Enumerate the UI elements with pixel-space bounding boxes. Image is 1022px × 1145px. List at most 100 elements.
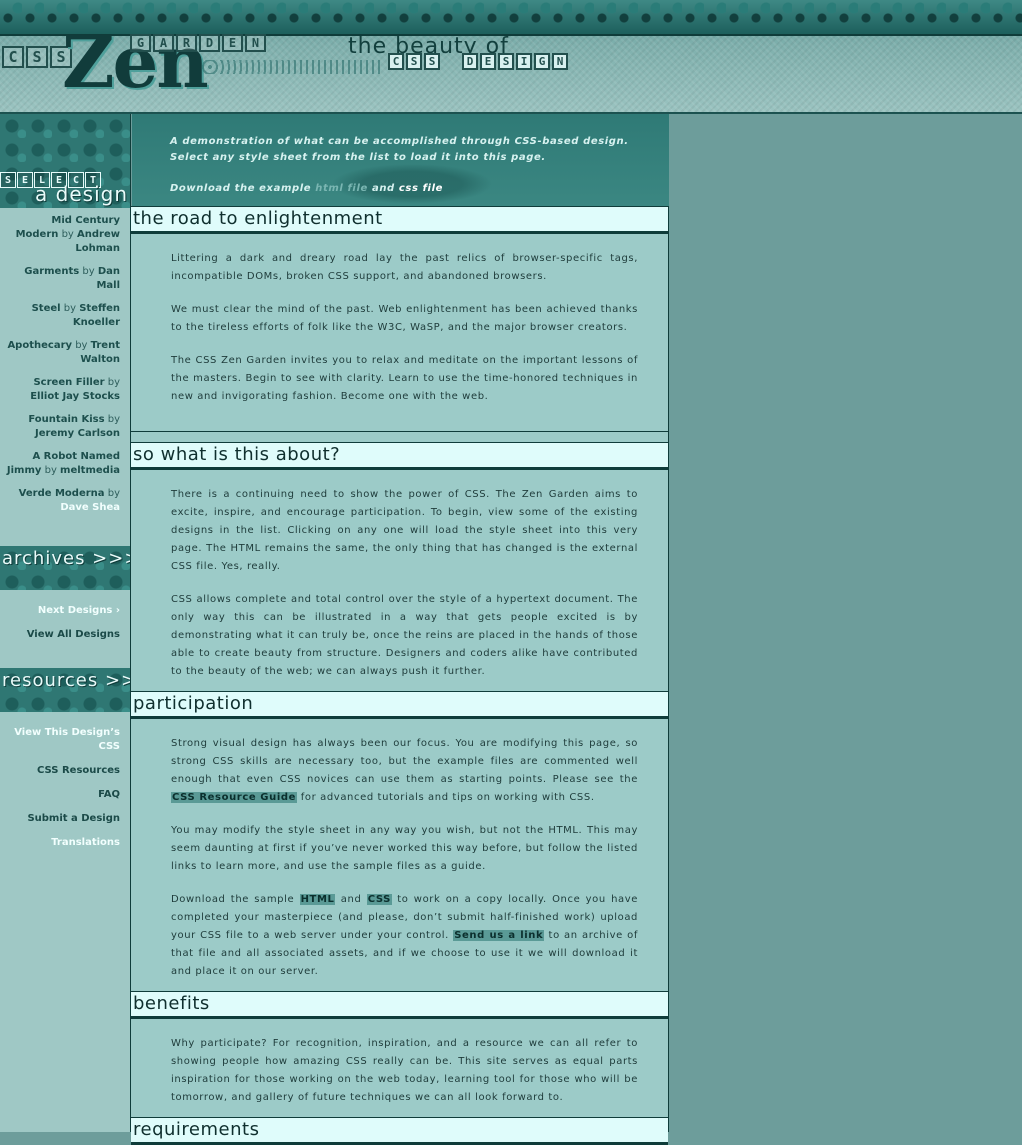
text: Download the sample: [171, 894, 295, 905]
section-title: so what is this about?: [131, 442, 668, 470]
and-text: and: [371, 183, 395, 194]
resources-item: FAQ: [6, 788, 120, 802]
design-link[interactable]: Fountain Kiss: [28, 414, 104, 425]
paragraph: Strong visual design has always been our…: [171, 735, 638, 807]
paragraph: You may modify the style sheet in any wa…: [171, 825, 638, 872]
by-text: by: [107, 377, 120, 388]
tagline-letter: I: [516, 53, 532, 70]
archives-item: View All Designs: [6, 628, 120, 642]
section-participation: participation Strong visual design has a…: [131, 691, 668, 981]
sample-html-link[interactable]: HTML: [299, 894, 336, 905]
logo-letter: A: [153, 34, 174, 52]
design-item: Mid Century Modern by Andrew Lohman: [6, 214, 120, 256]
sample-css-link[interactable]: CSS: [366, 894, 392, 905]
design-list: Mid Century Modern by Andrew Lohman Garm…: [0, 208, 130, 530]
select-design-heading: S E L E C T a design: [0, 114, 130, 208]
design-item: Screen Filler by Elliot Jay Stocks: [6, 376, 120, 404]
section-about: so what is this about? There is a contin…: [131, 442, 668, 681]
intro-summary: A demonstration of what can be accomplis…: [132, 114, 669, 206]
faq-link[interactable]: FAQ: [98, 789, 120, 800]
resources-item: CSS Resources: [6, 764, 120, 778]
paragraph: Download the sample HTML and CSS to work…: [171, 891, 638, 981]
section-body: There is a continuing need to show the p…: [131, 470, 668, 681]
view-design-css-link[interactable]: View This Design’s CSS: [14, 727, 120, 752]
author-link[interactable]: Dave Shea: [60, 502, 120, 513]
by-text: by: [63, 303, 77, 314]
css-resource-guide-link[interactable]: CSS Resource Guide: [171, 792, 298, 803]
select-design-title: a design: [35, 182, 128, 206]
css-file-link[interactable]: css file: [399, 183, 443, 194]
submit-design-link[interactable]: Submit a Design: [27, 813, 120, 824]
author-link[interactable]: meltmedia: [60, 465, 120, 476]
tagline-letter: N: [552, 53, 568, 70]
intro-download: Download the example html file and css f…: [170, 181, 665, 197]
text: and: [340, 894, 362, 905]
logo-letter: D: [199, 34, 220, 52]
download-prefix: Download the example: [170, 183, 312, 194]
archives-title: archives >>>: [2, 548, 141, 569]
tagline-gap: [442, 53, 460, 70]
resources-item: Translations: [6, 836, 120, 850]
design-item: Fountain Kiss by Jeremy Carlson: [6, 413, 120, 441]
design-link[interactable]: Screen Filler: [33, 377, 104, 388]
logo-letter: E: [222, 34, 243, 52]
send-link-link[interactable]: Send us a link: [453, 930, 545, 941]
section-body: Strong visual design has always been our…: [131, 719, 668, 981]
design-item: Steel by Steffen Knoeller: [6, 302, 120, 330]
by-text: by: [82, 266, 95, 277]
paragraph: CSS allows complete and total control ov…: [171, 594, 638, 677]
resources-heading: resources >>>: [0, 668, 152, 712]
archives-list: Next Designs › View All Designs: [0, 590, 130, 658]
logo-garden-letters: G A R D E N: [130, 34, 266, 52]
translations-link[interactable]: Translations: [51, 837, 120, 848]
tagline-letter: G: [534, 53, 550, 70]
design-item: Verde Moderna by Dave Shea: [6, 487, 120, 515]
by-text: by: [107, 488, 120, 499]
logo-letter: G: [130, 34, 151, 52]
section-title: participation: [131, 691, 668, 719]
next-designs-link[interactable]: Next Designs ›: [38, 605, 120, 616]
author-link[interactable]: Elliot Jay Stocks: [30, 391, 120, 402]
author-link[interactable]: Steffen Knoeller: [73, 303, 120, 328]
html-file-link[interactable]: html file: [315, 183, 368, 194]
by-text: by: [44, 465, 57, 476]
section-benefits: benefits Why participate? For recognitio…: [131, 991, 668, 1107]
design-link[interactable]: Garments: [24, 266, 79, 277]
logo-letter: R: [176, 34, 197, 52]
tagline-letter: D: [462, 53, 478, 70]
tagline-letter: S: [424, 53, 440, 70]
section-title: requirements: [131, 1117, 668, 1145]
section-road: the road to enlightenment Littering a da…: [131, 206, 668, 431]
paragraph: Why participate? For recognition, inspir…: [171, 1038, 638, 1103]
header-swirl-decoration: [200, 60, 380, 74]
tagline-letter: E: [480, 53, 496, 70]
author-link[interactable]: Jeremy Carlson: [35, 428, 120, 439]
main-content: the road to enlightenment Littering a da…: [130, 206, 669, 1145]
tagline-letter: S: [406, 53, 422, 70]
design-item: A Robot Named Jimmy by meltmedia: [6, 450, 120, 478]
by-text: by: [107, 414, 120, 425]
design-item: Garments by Dan Mall: [6, 265, 120, 293]
design-link[interactable]: Apothecary: [7, 340, 72, 351]
author-link[interactable]: Dan Mall: [96, 266, 120, 291]
css-resources-link[interactable]: CSS Resources: [37, 765, 120, 776]
view-all-designs-link[interactable]: View All Designs: [27, 629, 120, 640]
text: for advanced tutorials and tips on worki…: [300, 792, 595, 803]
author-link[interactable]: Andrew Lohman: [75, 229, 120, 254]
section-body: Littering a dark and dreary road lay the…: [131, 234, 668, 431]
by-text: by: [61, 229, 74, 240]
resources-item: Submit a Design: [6, 812, 120, 826]
design-link[interactable]: Verde Moderna: [19, 488, 105, 499]
logo-letter: N: [245, 34, 266, 52]
author-link[interactable]: Trent Walton: [80, 340, 120, 365]
text: Strong visual design has always been our…: [171, 738, 638, 785]
intro-text: A demonstration of what can be accomplis…: [170, 136, 629, 163]
tagline-css-design: C S S D E S I G N: [388, 53, 568, 70]
resources-item: View This Design’s CSS: [6, 726, 120, 754]
page-header: C S S Zen G A R D E N the beauty of C S …: [0, 0, 1022, 114]
by-text: by: [75, 340, 88, 351]
design-link[interactable]: Steel: [32, 303, 61, 314]
select-letter: E: [17, 172, 33, 188]
section-title: benefits: [131, 991, 668, 1019]
tagline-letter: S: [498, 53, 514, 70]
